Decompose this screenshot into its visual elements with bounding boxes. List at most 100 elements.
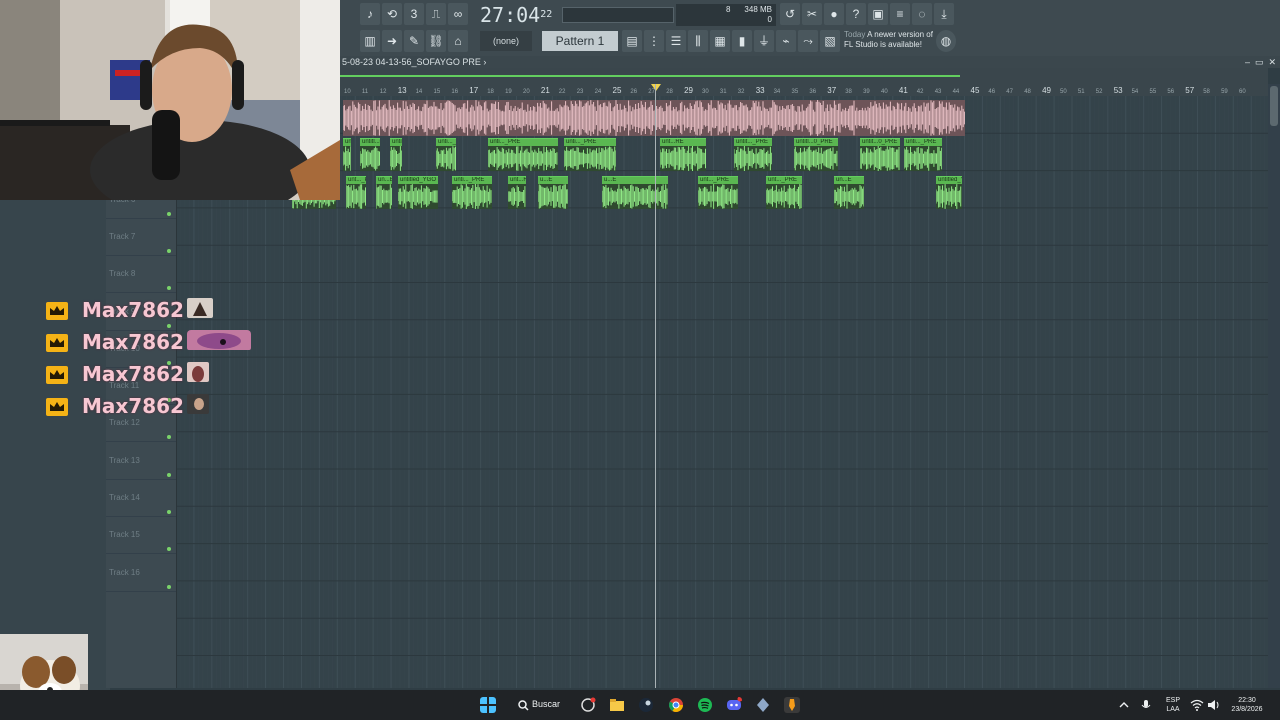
clip-label: untitl...0_PRE [794,139,838,146]
microphone-tray-icon[interactable] [1140,697,1152,713]
vertical-scrollbar[interactable] [1268,84,1280,688]
track-mute-led[interactable] [167,547,171,552]
playhead-marker[interactable] [651,84,661,91]
help-icon[interactable]: ? [846,3,866,25]
obs-icon[interactable] [755,697,771,713]
mixer-view-icon[interactable]: ⫼ [688,30,708,52]
fl-studio-icon[interactable] [784,697,800,713]
file-explorer-icon[interactable] [609,697,625,713]
audio-clip[interactable]: unt..._PRE [766,176,802,209]
piano-roll-icon[interactable]: ☰ [666,30,686,52]
track-header[interactable]: Track 14 [106,479,176,517]
ruler-bar-label: 25 [613,86,622,95]
cut-icon[interactable]: ✂ [802,3,822,25]
snap-selector[interactable]: (none) [480,31,532,51]
pattern-selector[interactable]: Pattern 1 [542,31,618,51]
playlist-icon[interactable]: ▤ [622,30,642,52]
timeline-ruler[interactable]: 10 11 12 13 14 15 16 17 18 19 20 21 22 23 24 25 26 27 28 29… [340,68,1268,96]
track-mute-led[interactable] [167,211,171,216]
ruler-bar-label: 44 [953,89,960,95]
audio-clip[interactable]: untitl...0_PRE [360,138,380,171]
track-header[interactable]: Track 7 [106,218,176,256]
chrome-icon[interactable] [668,697,684,713]
audio-clip[interactable]: untitled_YGO PRE [936,176,962,209]
track-mute-led[interactable] [167,472,171,477]
audio-clip[interactable]: unti..._PRE [488,138,558,171]
track-mute-led[interactable] [167,286,171,291]
plugin-icon[interactable]: ▮ [732,30,752,52]
arrow-icon[interactable]: ➜ [382,30,402,52]
song-time-display[interactable]: 27:0422 [480,3,555,27]
chat-icon[interactable]: ◌ [912,3,932,25]
globe-icon[interactable]: ◍ [936,30,956,52]
brush-icon[interactable]: ⌁ [776,30,796,52]
language-indicator[interactable]: ESP LAA [1163,696,1183,714]
wait-record-icon[interactable]: ⟲ [382,3,402,25]
loop-record-icon[interactable]: ∞ [448,3,468,25]
windows-start-icon[interactable] [480,697,496,713]
undo-icon[interactable]: ↺ [780,3,800,25]
clip-label: unt...RE [508,177,526,184]
audio-clip[interactable]: unti..._PRE [436,138,456,171]
audio-clip[interactable]: untit..._PRE [343,138,351,171]
audio-clip[interactable]: un...E [834,176,864,209]
steam-icon[interactable] [638,697,654,713]
save-icon[interactable]: ▣ [868,3,888,25]
track-label: Track 15 [109,530,140,540]
piano-icon[interactable]: ▥ [360,30,380,52]
audio-clip[interactable]: u...E [538,176,568,209]
audio-clip[interactable]: untitl...0_PRE [794,138,838,171]
audio-clip[interactable]: unti..._PRE [904,138,942,171]
audio-clip[interactable]: unt..._PRE [346,176,366,209]
tempo-icon[interactable]: ⤳ [798,30,818,52]
audio-clip[interactable]: unt..._PRE [698,176,738,209]
track-mute-led[interactable] [167,510,171,514]
audio-clip[interactable]: untitled_YGO PRE [398,176,438,209]
taskbar-search[interactable]: Buscar [512,695,562,715]
download-icon[interactable]: ⤓ [934,3,954,25]
channel-rack-icon[interactable]: ⋮ [644,30,664,52]
microphone-icon[interactable]: ● [824,3,844,25]
audio-clip[interactable]: unt...RE [508,176,526,209]
audio-clip[interactable]: un...E [376,176,392,209]
ruler-bar-label: 20 [523,89,530,95]
scrollbar-thumb[interactable] [1270,86,1278,126]
pencil-icon[interactable]: ✎ [404,30,424,52]
audio-clip[interactable]: unti..._PRE [564,138,616,171]
spotify-icon[interactable] [697,697,713,713]
master-pitch-slider[interactable] [562,7,674,23]
playlist-window-controls[interactable]: – ▭ ✕ [1245,56,1276,68]
step-edit-icon[interactable]: ⎍ [426,3,446,25]
ruler-bar-label: 22 [559,89,566,95]
audio-clip[interactable]: unt...RE [660,138,706,171]
volume-icon[interactable] [1207,697,1221,713]
metronome-icon[interactable]: ♪ [360,3,380,25]
link-icon[interactable]: ⛓ [426,30,446,52]
audio-clip[interactable]: unti..._PRE [452,176,492,209]
track-mute-led[interactable] [167,435,171,440]
audio-clip[interactable]: untit..._PRE [734,138,772,171]
track-header[interactable]: Track 8 [106,255,176,294]
track-header[interactable]: Track 13 [106,442,176,480]
news-panel[interactable]: Today A newer version of FL Studio is av… [844,30,944,54]
track-header[interactable]: Track 15 [106,516,176,555]
discord-icon[interactable] [726,697,742,713]
track-header[interactable]: Track 16 [106,554,176,592]
audio-clip[interactable]: untit...0_PRE [390,138,402,171]
mixer-icon[interactable]: ≡ [890,3,910,25]
audio-clip[interactable]: u...E [602,176,668,209]
copilot-icon[interactable] [580,697,596,713]
clip-label: unt..._PRE [698,177,738,184]
browser-icon[interactable]: ▦ [710,30,730,52]
chevron-up-icon[interactable] [1118,697,1130,713]
news-icon[interactable]: ▧ [820,30,840,52]
audio-clip-main[interactable] [343,100,965,136]
wifi-icon[interactable] [1190,697,1204,713]
track-mute-led[interactable] [167,584,171,589]
stamp-icon[interactable]: ⌂ [448,30,468,52]
countdown-icon[interactable]: 3 [404,3,424,25]
track-mute-led[interactable] [167,248,171,253]
clock[interactable]: 22:30 23/8/2026 [1222,696,1272,714]
audio-clip[interactable]: untit...0_PRE [860,138,900,171]
plug-icon[interactable]: ⏚ [754,30,774,52]
